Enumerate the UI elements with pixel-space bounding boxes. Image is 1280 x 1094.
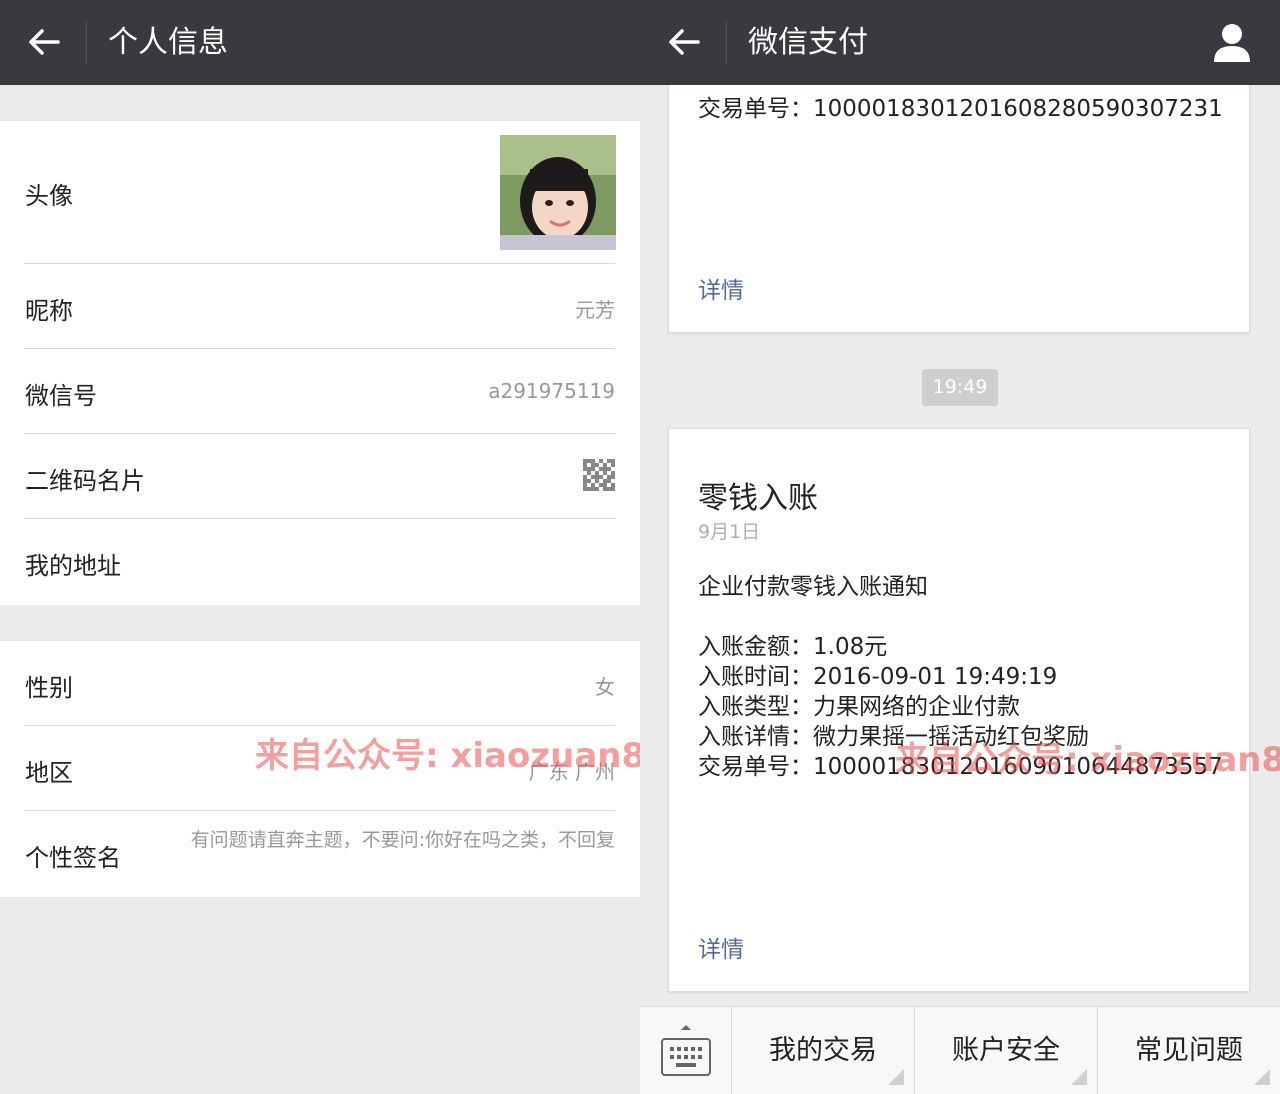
page-title: 个人信息	[108, 25, 228, 60]
signature-value: 有问题请直奔主题，不要问:你好在吗之类，不回复	[190, 829, 615, 851]
nickname-label: 昵称	[25, 297, 73, 325]
profile-group-1: 头像 昵称 元芳 微信号 a291975119 二维码名片 我的地址	[0, 121, 640, 605]
profile-header: 个人信息	[0, 0, 640, 85]
watermark: 来自公众号: xiaozuan8	[255, 736, 640, 776]
address-row[interactable]: 我的地址	[0, 519, 640, 605]
person-icon[interactable]	[1212, 22, 1252, 64]
qr-card-row[interactable]: 二维码名片	[0, 434, 640, 519]
gender-label: 性别	[25, 674, 73, 702]
qr-card-label: 二维码名片	[25, 467, 145, 495]
nickname-row[interactable]: 昵称 元芳	[0, 264, 640, 349]
menu-my-transactions[interactable]: 我的交易	[732, 1007, 915, 1094]
notice-text: 企业付款零钱入账通知	[698, 574, 928, 600]
submenu-indicator-icon	[1071, 1069, 1087, 1085]
menu-account-security[interactable]: 账户安全	[915, 1007, 1098, 1094]
wechat-id-row[interactable]: 微信号 a291975119	[0, 349, 640, 434]
wechat-id-label: 微信号	[25, 382, 97, 410]
pay-header: 微信支付	[640, 0, 1280, 85]
watermark: 来自公众号: xiaozuan8	[895, 740, 1280, 780]
signature-row[interactable]: 个性签名 有问题请直奔主题，不要问:你好在吗之类，不回复	[0, 811, 640, 897]
profile-screen: 个人信息 头像 昵称 元芳 微信号 a291975119 二维码名片 我的地址 …	[0, 0, 640, 1094]
timestamp-badge: 19:49	[922, 369, 998, 406]
menu-label: 常见问题	[1135, 1035, 1243, 1066]
submenu-indicator-icon	[1254, 1069, 1270, 1085]
detail-link[interactable]: 详情	[698, 930, 744, 964]
header-divider	[726, 20, 727, 65]
transaction-number: 交易单号：1000018301201608280590307231	[698, 96, 1223, 122]
card-date: 9月1日	[698, 521, 761, 543]
avatar-label: 头像	[25, 182, 73, 210]
header-divider	[86, 20, 87, 65]
signature-label: 个性签名	[25, 844, 121, 872]
card-title: 零钱入账	[698, 481, 818, 516]
keyboard-toggle[interactable]	[640, 1007, 732, 1094]
deposit-type: 入账类型：力果网络的企业付款	[698, 694, 1020, 720]
message-card-deposit[interactable]: 零钱入账 9月1日 企业付款零钱入账通知 入账金额：1.08元 入账时间：201…	[668, 428, 1250, 992]
wechat-pay-chat: 微信支付 交易单号：1000018301201608280590307231 详…	[640, 0, 1280, 1094]
menu-faq[interactable]: 常见问题	[1098, 1007, 1280, 1094]
gender-value: 女	[595, 675, 615, 699]
region-label: 地区	[25, 759, 73, 787]
back-arrow-icon[interactable]	[26, 24, 62, 60]
gender-row[interactable]: 性别 女	[0, 641, 640, 726]
menu-label: 我的交易	[769, 1035, 877, 1066]
bottom-menu: 我的交易 账户安全 常见问题	[640, 1006, 1280, 1094]
page-title: 微信支付	[748, 25, 868, 60]
menu-label: 账户安全	[952, 1035, 1060, 1066]
avatar[interactable]	[500, 135, 616, 250]
message-card-previous: 交易单号：1000018301201608280590307231 详情	[668, 85, 1250, 333]
keyboard-icon	[661, 1025, 711, 1076]
detail-link[interactable]: 详情	[698, 271, 744, 305]
wechat-id-value: a291975119	[488, 379, 615, 403]
deposit-amount: 入账金额：1.08元	[698, 634, 888, 660]
address-label: 我的地址	[25, 552, 121, 580]
submenu-indicator-icon	[888, 1069, 904, 1085]
back-arrow-icon[interactable]	[666, 24, 702, 60]
deposit-time: 入账时间：2016-09-01 19:49:19	[698, 664, 1058, 690]
nickname-value: 元芳	[575, 298, 615, 322]
avatar-row[interactable]: 头像	[0, 121, 640, 263]
qr-code-icon	[583, 459, 615, 491]
avatar-image	[500, 135, 616, 250]
